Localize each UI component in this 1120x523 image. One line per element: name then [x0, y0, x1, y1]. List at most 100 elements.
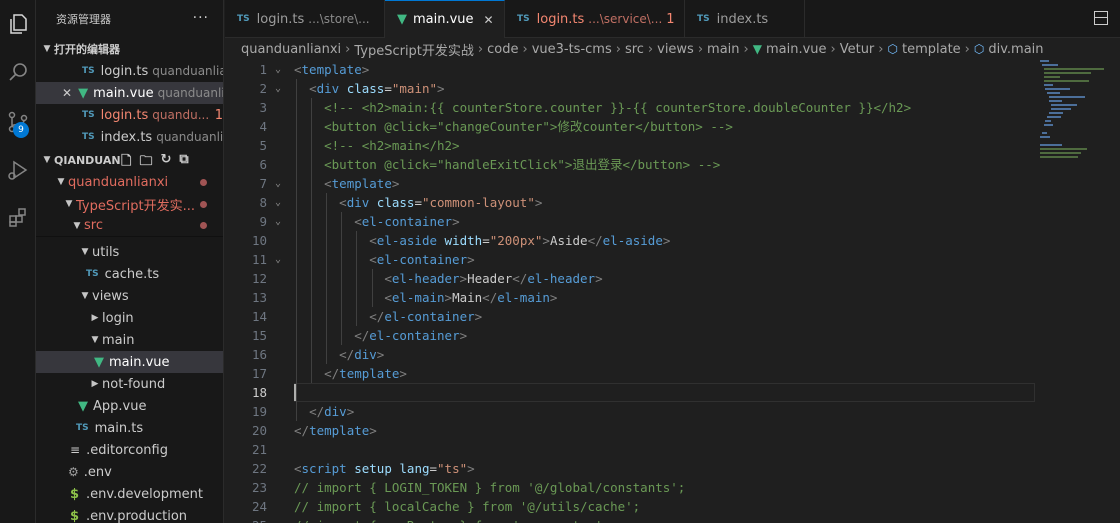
- chevron-down-icon: ▼: [81, 291, 89, 301]
- fold-chevron-icon[interactable]: ⌄: [275, 250, 287, 269]
- breadcrumb-item[interactable]: vue3-ts-cms: [532, 42, 612, 57]
- tree-folder[interactable]: ▼ main: [36, 329, 223, 351]
- fold-chevron-icon[interactable]: ⌄: [275, 60, 287, 79]
- code-line[interactable]: 9 ⌄ <el-container>: [225, 212, 1035, 231]
- split-editor-icon[interactable]: [1094, 11, 1108, 25]
- tree-folder[interactable]: ▶ login: [36, 307, 223, 329]
- breadcrumb-item[interactable]: views: [657, 42, 694, 57]
- chevron-right-icon: ›: [697, 41, 704, 57]
- tree-file[interactable]: ≡ .editorconfig: [36, 439, 223, 461]
- code-line[interactable]: 19 </div>: [225, 402, 1035, 421]
- explorer-icon[interactable]: [0, 6, 36, 42]
- run-debug-icon[interactable]: [0, 152, 36, 188]
- tab-login-store[interactable]: TS login.ts ...\store\...: [225, 0, 385, 38]
- breadcrumb-item[interactable]: div.main: [988, 42, 1043, 57]
- tree-file[interactable]: TS main.ts: [36, 417, 223, 439]
- chevron-down-icon: ▼: [65, 199, 73, 209]
- code-line[interactable]: 20 </template>: [225, 421, 1035, 440]
- code-line[interactable]: 7 ⌄ <template>: [225, 174, 1035, 193]
- open-editors-section[interactable]: ▼ 打开的编辑器: [36, 38, 223, 60]
- fold-chevron-icon[interactable]: ⌄: [275, 174, 287, 193]
- fold-chevron-icon[interactable]: ⌄: [275, 79, 287, 98]
- open-editor-item[interactable]: TS login.ts quanduanlia...: [36, 60, 223, 82]
- code-editor[interactable]: 1 ⌄ <template> 2 ⌄ <div class="main"> 3 <!-- …: [225, 60, 1120, 523]
- code-line[interactable]: 12 <el-header>Header</el-header>: [225, 269, 1035, 288]
- code-line[interactable]: 8 ⌄ <div class="common-layout">: [225, 193, 1035, 212]
- folder-name: src: [84, 218, 103, 233]
- folder-name: utils: [92, 244, 120, 260]
- minimap[interactable]: [1040, 60, 1110, 170]
- code-line[interactable]: 17 </template>: [225, 364, 1035, 383]
- folder-name: not-found: [102, 376, 166, 392]
- tab-label: login.ts: [536, 11, 585, 27]
- code-line[interactable]: 25 // import { useRouter } from 'vue-rout…: [225, 516, 1035, 523]
- close-icon[interactable]: ✕: [484, 13, 494, 27]
- open-editor-item[interactable]: TS login.ts quandu... 1: [36, 104, 223, 126]
- chevron-right-icon: ›: [830, 41, 836, 57]
- close-icon[interactable]: ✕: [62, 86, 72, 100]
- breadcrumb-item[interactable]: main: [707, 42, 739, 57]
- code-line[interactable]: 16 </div>: [225, 345, 1035, 364]
- line-number: 24: [251, 499, 267, 514]
- tree-folder[interactable]: ▼ TypeScript开发实...: [36, 193, 223, 215]
- tree-file[interactable]: ▼ App.vue: [36, 395, 223, 417]
- tree-file[interactable]: ⚙ .env: [36, 461, 223, 483]
- tree-folder[interactable]: ▶ not-found: [36, 373, 223, 395]
- breadcrumb-item[interactable]: quanduanlianxi: [241, 42, 341, 57]
- code-text: <!-- <h2>main:{{ counterStore.counter }}…: [294, 100, 912, 115]
- code-line[interactable]: 3 <!-- <h2>main:{{ counterStore.counter …: [225, 98, 1035, 117]
- file-path: quanduanlia...: [157, 86, 223, 100]
- code-line[interactable]: 6 <button @click="handleExitClick">退出登录<…: [225, 155, 1035, 174]
- minimap-line: [1043, 72, 1092, 74]
- fold-chevron-icon[interactable]: ⌄: [275, 212, 287, 231]
- code-line[interactable]: 24 // import { localCache } from '@/utils…: [225, 497, 1035, 516]
- problem-count: 1: [214, 107, 223, 123]
- chevron-down-icon: ▼: [81, 247, 89, 257]
- tree-file[interactable]: TS cache.ts: [36, 263, 223, 285]
- breadcrumb-item[interactable]: Vetur: [840, 42, 875, 57]
- tab-index-ts[interactable]: TS index.ts: [685, 0, 805, 38]
- tree-folder[interactable]: ▼ utils: [36, 241, 223, 263]
- open-editor-item[interactable]: TS index.ts quanduanlia...: [36, 126, 223, 148]
- code-line[interactable]: 5 <!-- <h2>main</h2>: [225, 136, 1035, 155]
- typescript-file-icon: TS: [82, 110, 95, 120]
- extensions-icon[interactable]: [0, 200, 36, 236]
- code-line[interactable]: 14 </el-container>: [225, 307, 1035, 326]
- line-number: 20: [251, 423, 267, 438]
- more-actions-icon[interactable]: ···: [193, 10, 209, 26]
- tree-file[interactable]: $ .env.development: [36, 483, 223, 505]
- open-editor-item-active[interactable]: ✕ ▼ main.vue quanduanlia...: [36, 82, 223, 104]
- code-line[interactable]: 15 </el-container>: [225, 326, 1035, 345]
- fold-chevron-icon[interactable]: ⌄: [275, 193, 287, 212]
- typescript-file-icon: TS: [517, 14, 530, 24]
- code-line[interactable]: 22 <script setup lang="ts">: [225, 459, 1035, 478]
- code-text: <script setup lang="ts">: [294, 461, 475, 476]
- breadcrumb-item[interactable]: main.vue: [766, 42, 827, 57]
- tree-file[interactable]: $ .env.production: [36, 505, 223, 523]
- breadcrumb-item[interactable]: template: [902, 42, 961, 57]
- code-line[interactable]: 4 <button @click="changeCounter">修改count…: [225, 117, 1035, 136]
- minimap-line: [1047, 116, 1061, 118]
- search-icon[interactable]: [0, 54, 36, 90]
- breadcrumb-item[interactable]: src: [625, 42, 644, 57]
- tab-login-service[interactable]: TS login.ts ...\service\... 1: [505, 0, 685, 38]
- tree-folder[interactable]: ▼ quanduanlianxi: [36, 171, 223, 193]
- breadcrumb-item[interactable]: TypeScript开发实战: [354, 40, 474, 59]
- tree-folder[interactable]: ▼ views: [36, 285, 223, 307]
- code-line[interactable]: 13 <el-main>Main</el-main>: [225, 288, 1035, 307]
- tree-file-active[interactable]: ▼ main.vue: [36, 351, 223, 373]
- breadcrumb-item[interactable]: code: [487, 42, 518, 57]
- tree-folder[interactable]: ▼ src: [36, 215, 223, 237]
- file-path: quanduanlia...: [156, 130, 223, 144]
- code-line[interactable]: 23 // import { LOGIN_TOKEN } from '@/glob…: [225, 478, 1035, 497]
- code-text: <el-header>Header</el-header>: [384, 271, 603, 286]
- code-line[interactable]: 21: [225, 440, 1035, 459]
- code-line[interactable]: 10 <el-aside width="200px">Aside</el-asi…: [225, 231, 1035, 250]
- code-text: <template>: [324, 176, 400, 191]
- code-line[interactable]: 1 ⌄ <template>: [225, 60, 1035, 79]
- tab-main-vue[interactable]: ▼ main.vue ✕: [385, 0, 505, 38]
- code-line[interactable]: 11 ⌄ <el-container>: [225, 250, 1035, 269]
- code-line[interactable]: 2 ⌄ <div class="main">: [225, 79, 1035, 98]
- workspace-section[interactable]: ▼ QIANDUAN 🗋 🗀 ↻ ⧉: [36, 149, 223, 171]
- code-line[interactable]: 18: [225, 383, 1035, 402]
